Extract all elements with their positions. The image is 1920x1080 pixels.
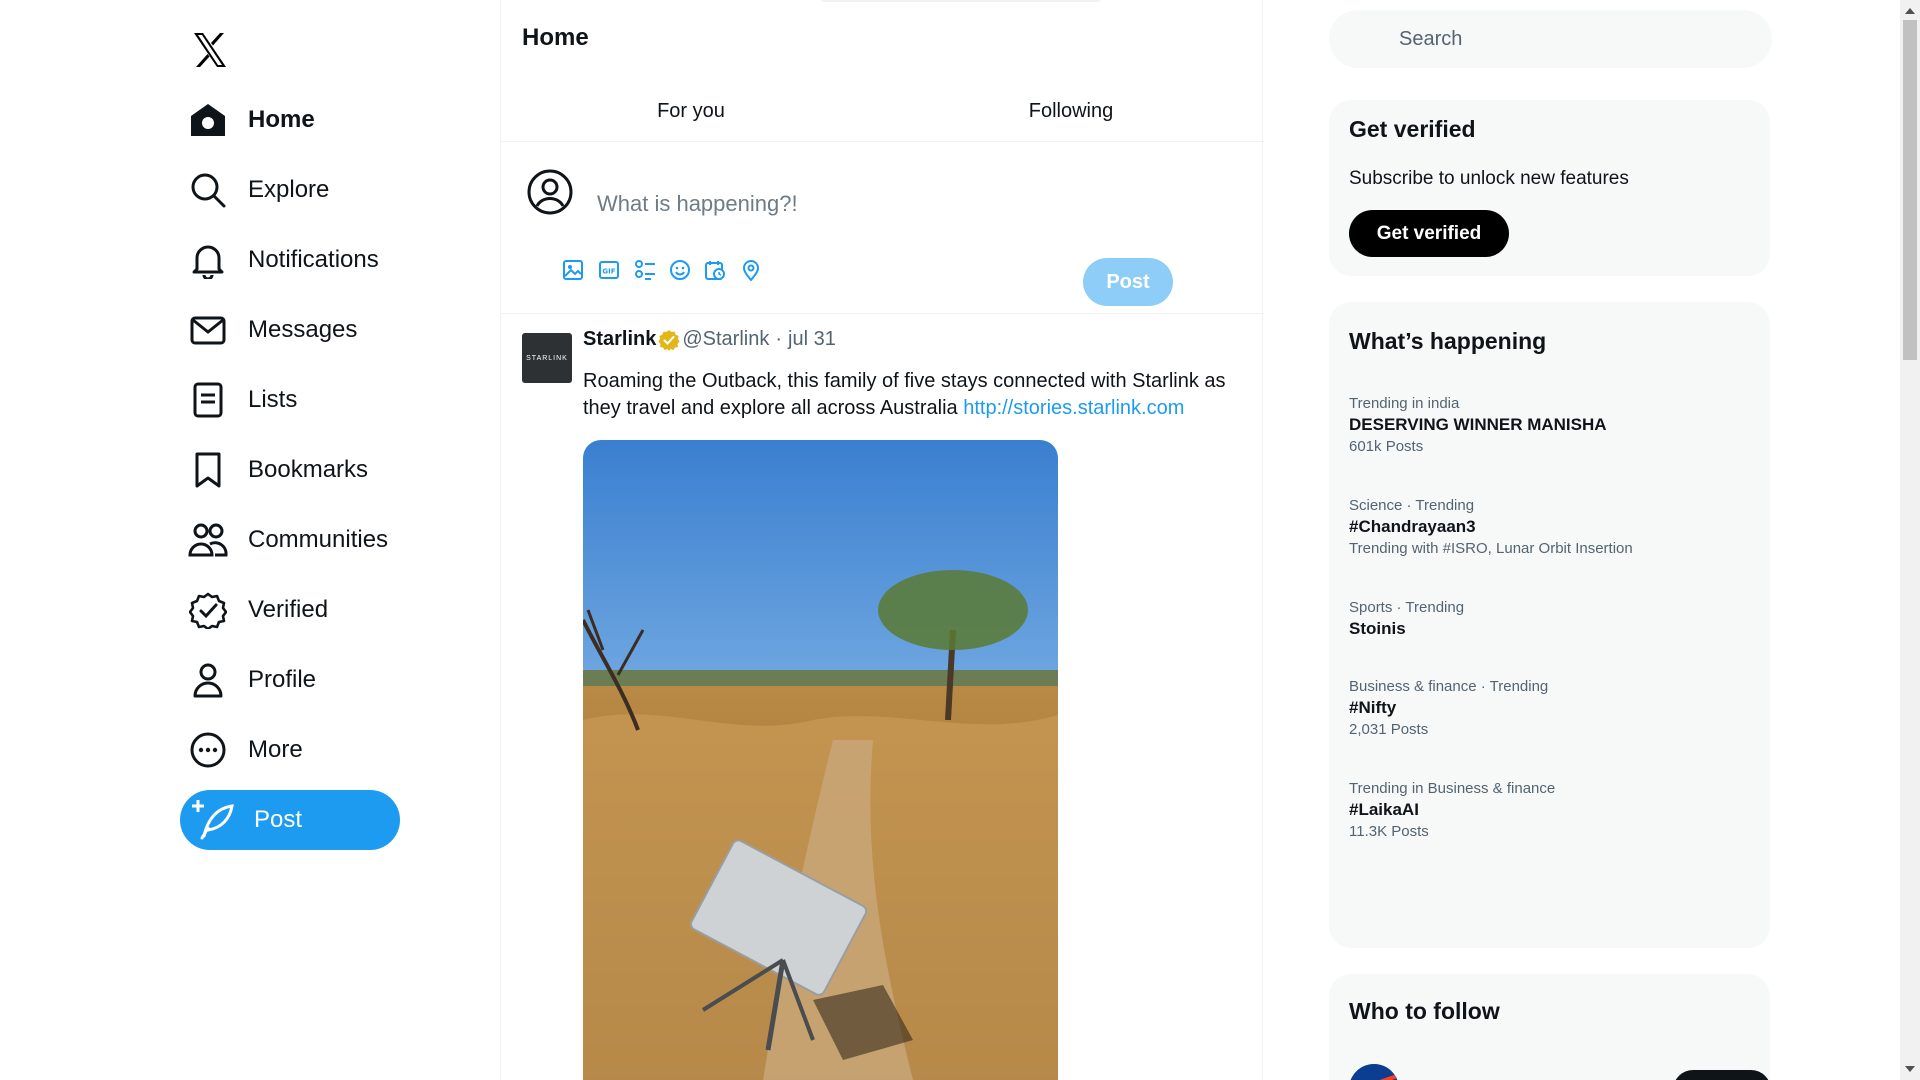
tweet-text: Roaming the Outback, this family of five… [583,368,1243,422]
trend-title: #Chandrayaan3 [1349,517,1476,536]
trend-item[interactable]: Science · Trending #Chandrayaan3 Trendin… [1349,496,1759,560]
tweet-timestamp[interactable]: jul 31 [788,328,836,351]
tab-for-you[interactable]: For you [501,80,881,142]
compose-input[interactable] [597,184,1217,224]
nav-messages[interactable]: Messages [188,305,357,355]
trend-title: Stoinis [1349,619,1406,638]
verified-badge-icon [188,590,228,630]
sidebar-post-button[interactable]: Post [180,790,400,850]
get-verified-button[interactable]: Get verified [1349,210,1509,257]
who-to-follow-title: Who to follow [1349,998,1500,1024]
get-verified-card: Get verified Subscribe to unlock new fea… [1329,100,1770,276]
trend-meta: Science · Trending [1349,497,1475,514]
trend-item[interactable]: Business & finance · Trending #Nifty 2,0… [1349,677,1759,741]
tweet[interactable]: STARLINK Starlink @Starlink · jul 31 Roa… [501,314,1264,1080]
trends-card: What’s happening Trending in india DESER… [1329,302,1770,948]
verified-gold-badge-icon [658,329,680,351]
timeline-tabs: For you Following [501,80,1264,142]
trend-item[interactable]: Trending in Business & finance #LaikaAI … [1349,779,1759,843]
nav-communities-label: Communities [248,526,389,553]
page-title: Home [522,24,589,51]
people-icon [188,520,228,560]
nav-notifications[interactable]: Notifications [188,235,379,285]
trend-count: 11.3K Posts [1349,823,1429,840]
location-icon[interactable] [737,256,765,284]
nav-lists-label: Lists [248,386,298,413]
nav-profile[interactable]: Profile [188,655,316,705]
trend-title: #LaikaAI [1349,800,1419,819]
tweet-link[interactable]: http://stories.starlink.com [963,397,1184,419]
follow-button[interactable] [1673,1070,1771,1080]
tweet-author-handle[interactable]: @Starlink [682,328,769,351]
left-sidebar: Home Explore Notifications Messages List… [0,0,500,1080]
nav-verified[interactable]: Verified [188,585,328,635]
nav-home-label: Home [248,106,315,133]
bookmark-icon [188,450,228,490]
bell-icon [188,240,228,280]
tweet-author-name[interactable]: Starlink [583,328,656,351]
nav-more[interactable]: More [188,725,303,775]
schedule-icon[interactable] [701,256,729,284]
right-sidebar: Get verified Subscribe to unlock new fea… [1263,0,1863,1080]
nav-verified-label: Verified [248,596,329,623]
user-avatar-icon[interactable] [526,168,574,216]
sidebar-post-label: Post [254,806,303,833]
feather-plus-icon [188,794,240,846]
nav-lists[interactable]: Lists [188,375,297,425]
gif-icon[interactable]: GIF [595,256,623,284]
scroll-down-arrow-icon[interactable] [1905,1066,1915,1072]
trend-meta: Trending in india [1349,395,1460,412]
compose-post-button[interactable]: Post [1083,258,1173,306]
home-icon [188,100,228,140]
scroll-up-arrow-icon[interactable] [1905,8,1915,14]
trend-meta: Sports · Trending [1349,599,1465,616]
more-circle-icon [188,730,228,770]
nav-explore-label: Explore [248,176,330,203]
nav-bookmarks[interactable]: Bookmarks [188,445,368,495]
nav-communities[interactable]: Communities [188,515,388,565]
who-to-follow-card: Who to follow [1329,974,1771,1080]
tweet-separator: · [775,328,783,350]
trend-title: DESERVING WINNER MANISHA [1349,415,1607,434]
starlink-avatar[interactable]: STARLINK [522,333,572,383]
suggested-account-avatar[interactable] [1349,1064,1399,1080]
list-icon [188,380,228,420]
image-icon[interactable] [559,256,587,284]
trend-context: Trending with #ISRO, Lunar Orbit Inserti… [1349,540,1633,557]
search-input[interactable] [1399,27,1759,51]
nav-messages-label: Messages [248,316,358,343]
trend-count: 2,031 Posts [1349,721,1429,738]
get-verified-title: Get verified [1349,116,1476,142]
trend-count: 601k Posts [1349,438,1424,455]
page-scrollbar[interactable] [1900,0,1920,1080]
nav-explore[interactable]: Explore [188,165,329,215]
x-logo-icon[interactable] [188,28,232,72]
trend-meta: Trending in Business & finance [1349,780,1556,797]
nav-bookmarks-label: Bookmarks [248,456,369,483]
nav-home[interactable]: Home [188,95,315,145]
new-posts-pill [821,0,1101,2]
main-timeline: Home For you Following GIF Post STARLINK [500,0,1264,1080]
trend-item[interactable]: Sports · Trending Stoinis [1349,598,1759,640]
envelope-icon [188,310,228,350]
trend-title: #Nifty [1349,698,1397,717]
nav-more-label: More [248,736,303,763]
trend-item[interactable]: Trending in india DESERVING WINNER MANIS… [1349,394,1759,458]
nav-profile-label: Profile [248,666,317,693]
emoji-icon[interactable] [666,256,694,284]
tweet-header: Starlink @Starlink · jul 31 [583,328,836,351]
search-icon [188,170,228,210]
svg-text:GIF: GIF [602,268,615,276]
tab-following[interactable]: Following [881,80,1261,142]
poll-icon[interactable] [631,256,659,284]
person-icon [188,660,228,700]
get-verified-subtitle: Subscribe to unlock new features [1349,168,1629,189]
nav-notifications-label: Notifications [248,246,379,273]
trend-meta: Business & finance · Trending [1349,678,1549,695]
search-bar[interactable] [1329,10,1772,68]
trends-title: What’s happening [1349,328,1547,354]
post-composer: GIF Post [501,142,1264,314]
scrollbar-thumb[interactable] [1903,20,1917,360]
tweet-photo[interactable] [583,440,1058,1080]
